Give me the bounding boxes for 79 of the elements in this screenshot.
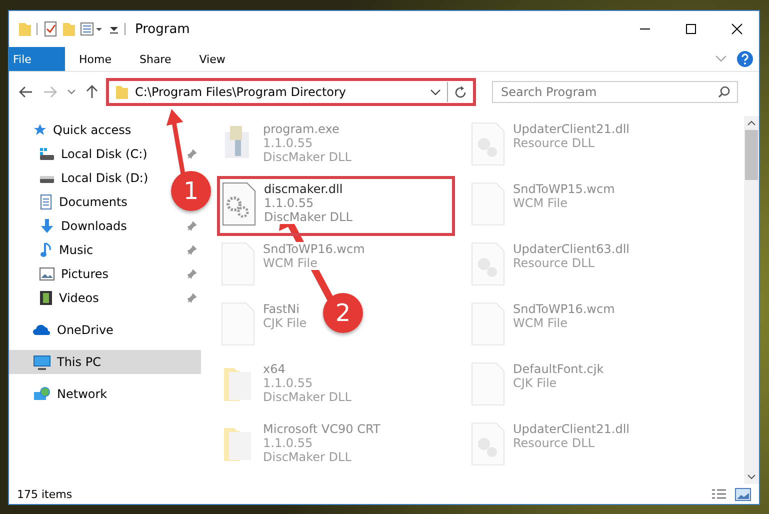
scrollbar-thumb[interactable] — [745, 130, 758, 180]
sidebar-label: This PC — [57, 355, 101, 369]
refresh-icon[interactable] — [454, 86, 467, 98]
file-name: DefaultFont.cjk — [513, 362, 604, 376]
sidebar-label: Music — [59, 243, 94, 257]
sidebar-label: Pictures — [61, 267, 109, 281]
address-path: C:\Program Files\Program Directory — [135, 85, 346, 99]
sidebar-label: Network — [57, 387, 108, 401]
sidebar-label: OneDrive — [57, 323, 114, 337]
close-icon[interactable] — [731, 23, 743, 35]
ribbon-tab[interactable]: Share — [125, 47, 186, 71]
drive-icon — [39, 147, 55, 161]
maximize-icon[interactable] — [685, 23, 697, 35]
file-detail: CJK File — [263, 316, 307, 330]
blank-file-icon — [221, 302, 255, 346]
gear-file-icon — [222, 182, 256, 226]
file-name: SndToWP15.wcm — [513, 182, 615, 196]
gear-file-icon — [471, 242, 505, 286]
details-view-icon[interactable] — [711, 488, 727, 500]
sidebar-label: Documents — [59, 195, 128, 209]
sidebar-item[interactable]: Documents — [9, 190, 169, 214]
blank-file-icon — [221, 242, 255, 286]
search-icon — [718, 86, 730, 98]
scroll-up-icon[interactable] — [747, 120, 756, 126]
chevron-down-icon[interactable] — [430, 88, 441, 96]
sidebar-item[interactable]: OneDrive — [9, 318, 169, 342]
file-name: SndToWP16.wcm — [263, 242, 365, 256]
file-detail: DiscMaker DLL — [264, 210, 352, 224]
folder-icon — [115, 84, 129, 100]
sidebar-label: Videos — [59, 291, 99, 305]
sidebar-item[interactable]: Quick access — [9, 118, 169, 142]
window-title: Program — [135, 22, 190, 36]
file-name: UpdaterClient21.dll — [513, 122, 630, 136]
document-icon — [39, 194, 53, 210]
file-item[interactable]: discmaker.dll 1.1.0.55 DiscMaker DLL — [217, 176, 455, 236]
blank-file-icon — [471, 362, 505, 406]
large-icons-view-icon[interactable] — [735, 488, 751, 500]
blank-file-icon — [471, 302, 505, 346]
scroll-down-icon[interactable] — [747, 474, 756, 480]
gear-file-icon — [471, 422, 505, 466]
file-detail: DiscMaker DLL — [263, 150, 352, 164]
sidebar-item[interactable]: Videos — [9, 286, 169, 310]
search-field[interactable]: Search Program — [492, 81, 738, 103]
file-tab[interactable]: File — [9, 47, 65, 71]
network-icon — [33, 386, 51, 402]
gear-file-icon — [471, 122, 505, 166]
up-arrow-icon[interactable] — [86, 85, 98, 99]
file-name: Microsoft VC90 CRT — [263, 422, 380, 436]
blank-file-icon — [471, 182, 505, 226]
item-count: 175 items — [17, 488, 72, 500]
cloud-icon — [33, 324, 51, 336]
film-icon — [39, 290, 53, 306]
monitor-icon — [33, 354, 51, 370]
download-arrow-icon — [39, 218, 55, 234]
ribbon-tab[interactable]: View — [185, 47, 240, 71]
step-number-badge: 1 — [171, 171, 211, 211]
star-icon — [33, 123, 47, 137]
sidebar-label: Downloads — [61, 219, 127, 233]
back-arrow-icon[interactable] — [19, 86, 33, 98]
file-name: UpdaterClient63.dll — [513, 242, 630, 256]
help-icon[interactable] — [737, 51, 753, 67]
sidebar-item[interactable]: Music — [9, 238, 169, 262]
picture-icon — [39, 267, 55, 281]
step-number-badge: 2 — [323, 293, 363, 333]
sidebar-item[interactable]: Local Disk (C:) — [9, 142, 169, 166]
address-bar[interactable]: C:\Program Files\Program Directory — [106, 78, 476, 106]
music-note-icon — [39, 242, 53, 258]
sidebar-item[interactable]: Downloads — [9, 214, 169, 238]
quick-access-toolbar-icon[interactable] — [17, 20, 127, 38]
sidebar-label: Quick access — [53, 123, 132, 137]
sidebar-item[interactable]: Local Disk (D:) — [9, 166, 169, 190]
sidebar-label: Local Disk (C:) — [61, 147, 148, 161]
ribbon-tab[interactable]: Home — [65, 47, 126, 71]
sidebar-item[interactable]: Pictures — [9, 262, 169, 286]
file-name: SndToWP16.wcm — [513, 302, 615, 316]
file-detail: DiscMaker DLL — [263, 390, 352, 404]
file-name: UpdaterClient21.dll — [513, 422, 630, 436]
sidebar-item[interactable]: Network — [9, 382, 169, 406]
sidebar-label: Local Disk (D:) — [61, 171, 148, 185]
